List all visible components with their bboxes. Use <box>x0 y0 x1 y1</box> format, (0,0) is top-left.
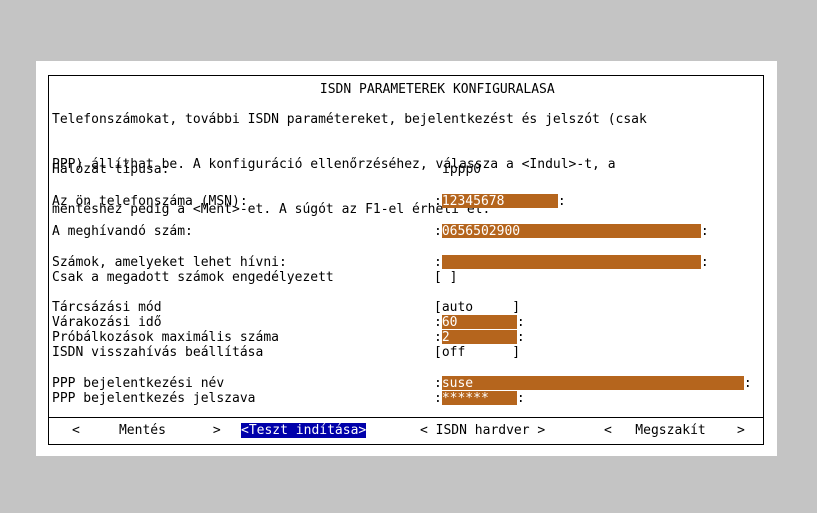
ppp-password-field-row: :******: <box>434 391 525 406</box>
dial-number-label: A meghívandó szám: <box>52 224 193 239</box>
ppp-password-label: PPP bejelentkezés jelszava <box>52 391 256 406</box>
only-allowed-label: Csak a megadott számok engedélyezett <box>52 270 334 285</box>
dial-number-input[interactable]: 0656502900 <box>441 224 701 239</box>
ppp-login-input[interactable]: suse <box>441 376 744 391</box>
cancel-button[interactable]: < Megszakít > <box>604 423 745 438</box>
isdn-config-dialog: ISDN PARAMETEREK KONFIGURALASA Telefonsz… <box>36 61 777 456</box>
retries-field-row: :2: <box>434 330 525 345</box>
msn-label: Az ön telefonszáma (MSN): <box>52 194 248 209</box>
allowed-numbers-field-row: :: <box>434 255 709 270</box>
msn-input[interactable]: 12345678 <box>441 194 558 209</box>
test-button[interactable]: <Teszt indítása> <box>241 423 367 438</box>
wait-time-field-row: :60: <box>434 315 525 330</box>
msn-field-row: :12345678: <box>434 194 566 209</box>
terminal-screen: ISDN PARAMETEREK KONFIGURALASA Telefonsz… <box>0 0 817 513</box>
only-allowed-checkbox[interactable]: [ ] <box>434 270 457 285</box>
dial-number-field-row: :0656502900: <box>434 224 709 239</box>
network-type-label: Hálózat típusa: <box>52 162 170 177</box>
wait-time-label: Várakozási idő <box>52 315 162 330</box>
ppp-login-label: PPP bejelentkezési név <box>52 376 225 391</box>
allowed-numbers-label: Számok, amelyeket lehet hívni: <box>52 255 287 270</box>
retries-label: Próbálkozások maximális száma <box>52 330 279 345</box>
callback-select[interactable]: [off ] <box>434 345 520 360</box>
ppp-login-field-row: :suse: <box>434 376 752 391</box>
intro-line: Telefonszámokat, további ISDN paramétere… <box>52 112 647 127</box>
retries-input[interactable]: 2 <box>441 330 517 345</box>
callback-label: ISDN visszahívás beállítása <box>52 345 264 360</box>
ppp-password-input[interactable]: ****** <box>441 391 517 406</box>
isdn-hardware-button[interactable]: < ISDN hardver > <box>420 423 545 438</box>
button-bar: < Mentés > <Teszt indítása> < ISDN hardv… <box>48 417 764 445</box>
dial-mode-select[interactable]: [auto ] <box>434 300 520 315</box>
network-type-value: ippp0 <box>442 162 482 177</box>
save-button[interactable]: < Mentés > <box>72 423 221 438</box>
dial-mode-label: Tárcsázási mód <box>52 300 162 315</box>
wait-time-input[interactable]: 60 <box>441 315 517 330</box>
allowed-numbers-input[interactable] <box>441 255 701 269</box>
